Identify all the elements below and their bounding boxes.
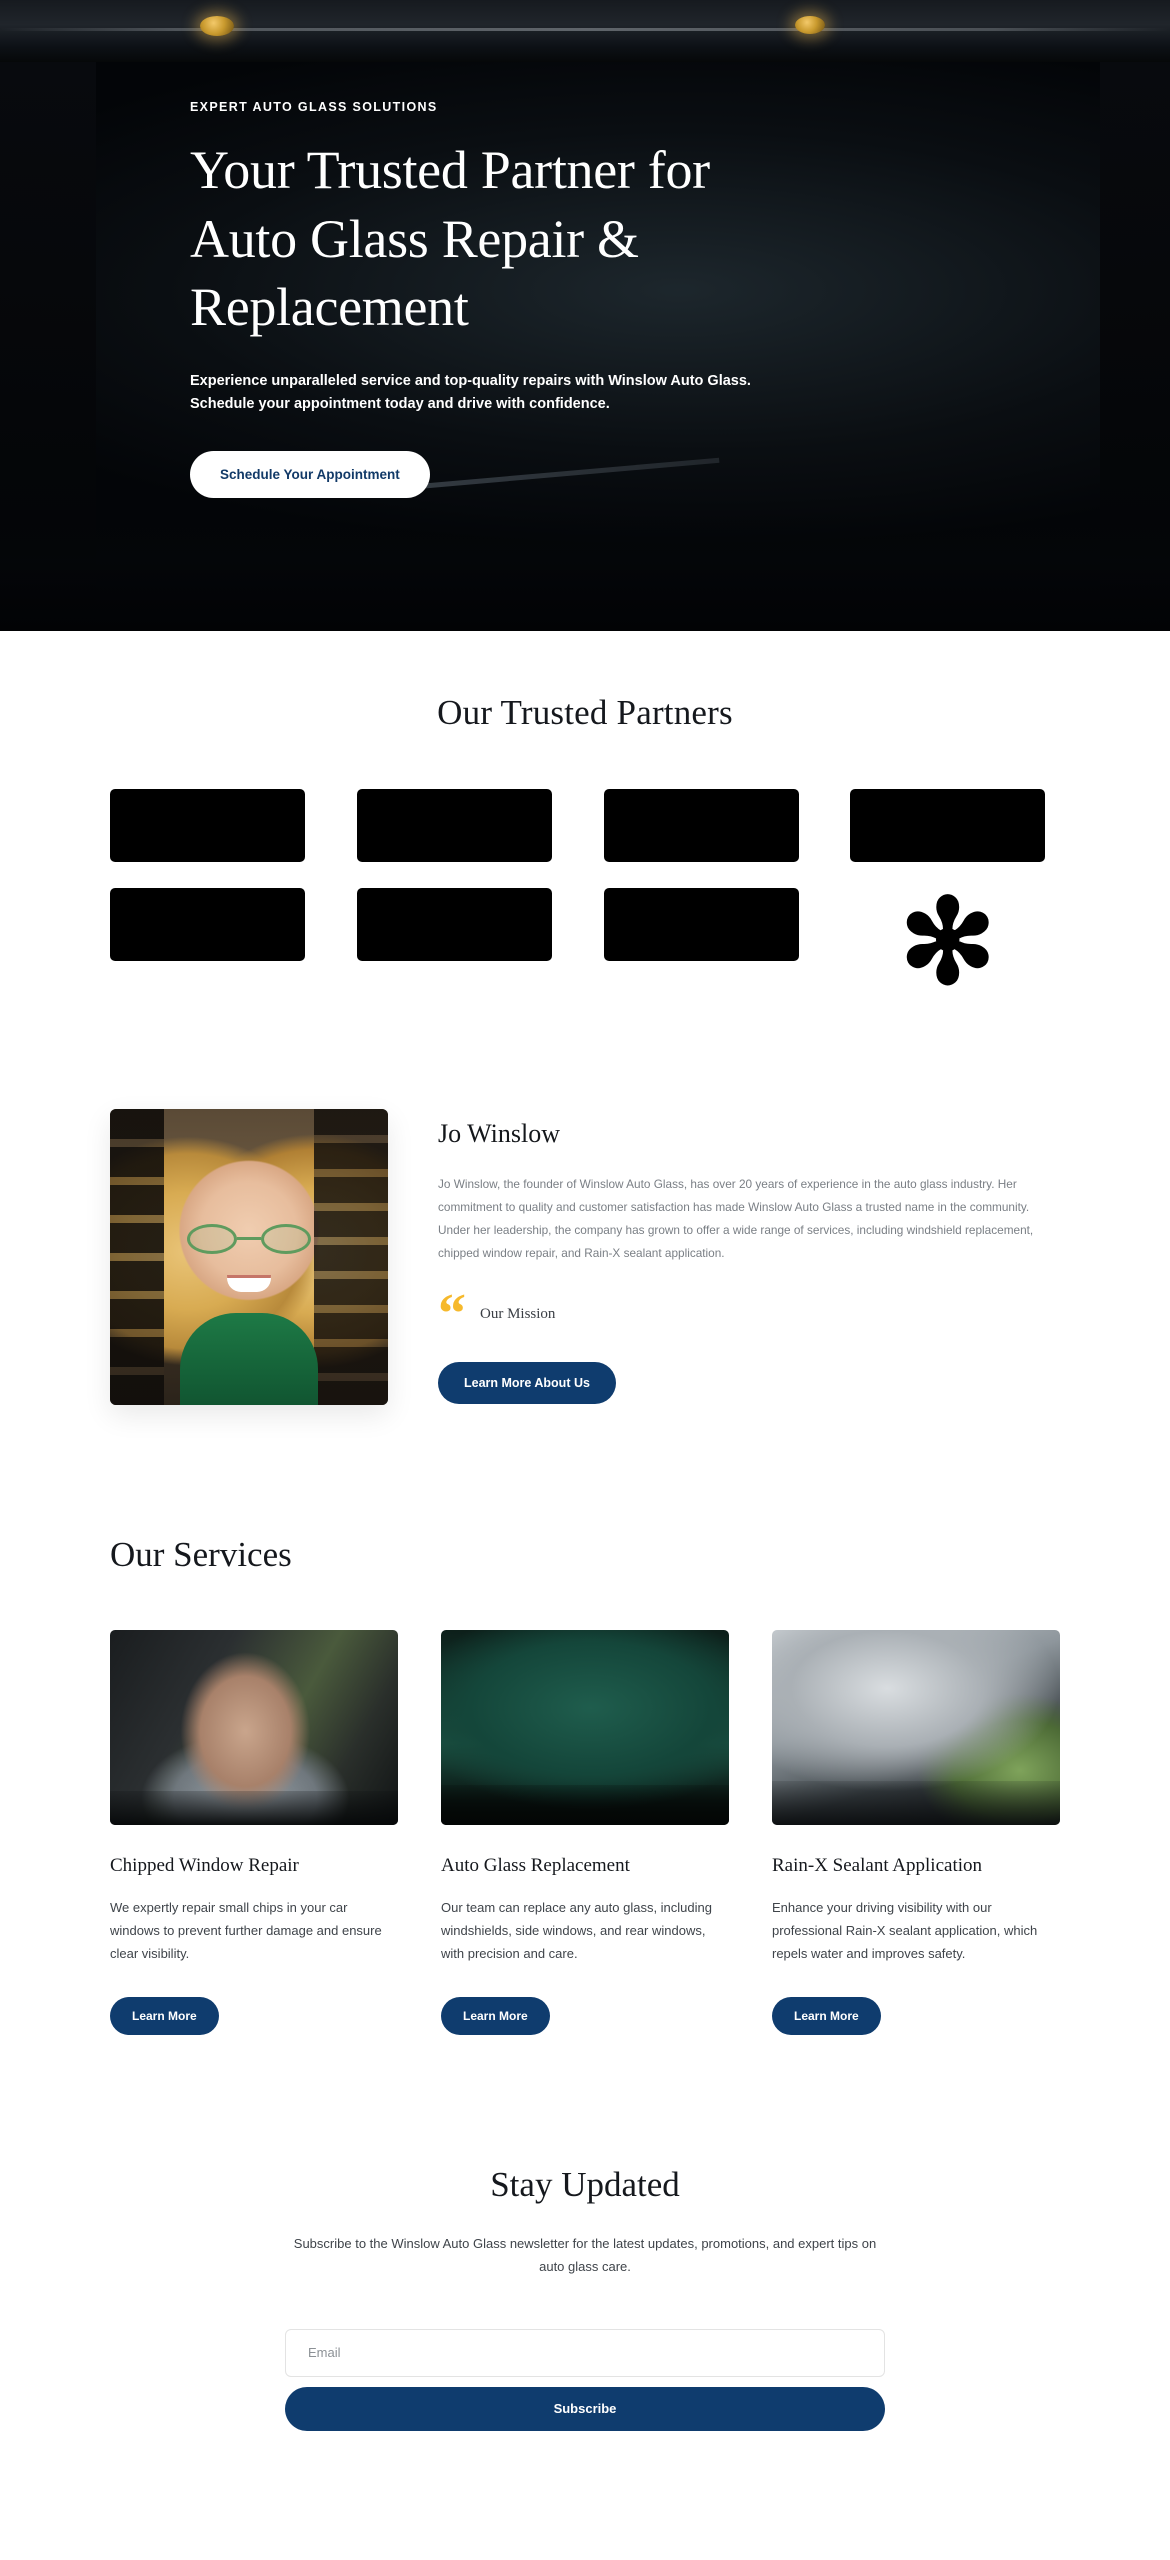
- quote-icon: “: [438, 1283, 466, 1345]
- vehicle-roof-decoration: [0, 0, 1170, 62]
- background-shelf-decoration: [110, 1109, 164, 1405]
- partner-logo-placeholder: [356, 888, 552, 961]
- roof-lamp-icon: [795, 16, 825, 34]
- partner-logo-6[interactable]: [356, 888, 567, 961]
- service-title: Auto Glass Replacement: [441, 1855, 630, 1876]
- background-shelf-decoration: [314, 1109, 388, 1405]
- partner-logo-4[interactable]: [850, 789, 1060, 862]
- partner-logo-8[interactable]: ✻: [850, 876, 1060, 1007]
- partner-logo-placeholder: [850, 789, 1046, 862]
- hero-subtitle: Experience unparalleled service and top-…: [190, 372, 751, 413]
- newsletter-title: Stay Updated: [490, 2165, 680, 2205]
- learn-more-button-rain-x-sealant-application[interactable]: Learn More: [772, 1997, 881, 2036]
- partner-logo-2[interactable]: [356, 789, 567, 862]
- founder-portrait-image: [110, 1109, 388, 1405]
- services-grid: Chipped Window Repair We expertly repair…: [110, 1630, 1060, 2036]
- hero-section: EXPERT AUTO GLASS SOLUTIONS Your Trusted…: [0, 0, 1170, 631]
- page-title: Your Trusted Partner for Auto Glass Repa…: [190, 140, 710, 338]
- partner-logo-placeholder: [603, 888, 799, 961]
- newsletter-section: Stay Updated Subscribe to the Winslow Au…: [285, 2165, 885, 2431]
- service-image-auto-glass-replacement: [441, 1630, 729, 1825]
- mission-label: Our Mission: [480, 1305, 556, 1322]
- hero-eyebrow: EXPERT AUTO GLASS SOLUTIONS: [190, 100, 438, 114]
- founder-section: Jo Winslow Jo Winslow, the founder of Wi…: [110, 1109, 1060, 1405]
- partners-section: Our Trusted Partners ✻: [0, 631, 1170, 1007]
- service-image-chipped-window-repair: [110, 1630, 398, 1825]
- service-card: Auto Glass Replacement Our team can repl…: [441, 1630, 729, 2036]
- email-input[interactable]: [285, 2328, 885, 2377]
- schedule-appointment-button[interactable]: Schedule Your Appointment: [190, 450, 430, 498]
- dashboard-shadow-decoration: [0, 513, 1170, 631]
- landing-page: EXPERT AUTO GLASS SOLUTIONS Your Trusted…: [0, 0, 1170, 2560]
- founder-content: Jo Winslow Jo Winslow, the founder of Wi…: [438, 1109, 1060, 1404]
- partner-logo-3[interactable]: [603, 789, 814, 862]
- green-top-decoration: [180, 1313, 318, 1405]
- learn-more-about-us-button[interactable]: Learn More About Us: [438, 1361, 616, 1404]
- service-description: Our team can replace any auto glass, inc…: [441, 1900, 712, 1961]
- service-card: Chipped Window Repair We expertly repair…: [110, 1630, 398, 2036]
- partner-logo-7[interactable]: [603, 888, 814, 961]
- partner-logo-placeholder: [110, 789, 305, 862]
- eyeglasses-decoration: [187, 1224, 311, 1255]
- partner-logo-grid: ✻: [110, 789, 1060, 1007]
- asterisk-icon: ✻: [899, 876, 997, 1007]
- subscribe-button[interactable]: Subscribe: [285, 2386, 885, 2431]
- roof-lamp-icon: [200, 16, 234, 36]
- learn-more-button-auto-glass-replacement[interactable]: Learn More: [441, 1997, 550, 2036]
- learn-more-button-chipped-window-repair[interactable]: Learn More: [110, 1997, 219, 2036]
- partner-logo-placeholder: [603, 789, 799, 862]
- mission-row: “ Our Mission: [438, 1283, 1060, 1345]
- service-title: Chipped Window Repair: [110, 1855, 299, 1876]
- founder-photo: [110, 1109, 388, 1405]
- partner-logo-placeholder: [110, 888, 305, 961]
- partner-logo-5[interactable]: [110, 888, 320, 961]
- service-description: We expertly repair small chips in your c…: [110, 1900, 382, 1961]
- service-description: Enhance your driving visibility with our…: [772, 1900, 1038, 1961]
- newsletter-subtitle: Subscribe to the Winslow Auto Glass news…: [293, 2236, 877, 2274]
- newsletter-form: Subscribe: [285, 2328, 885, 2431]
- services-section: Our Services Chipped Window Repair We ex…: [110, 1535, 1060, 2036]
- service-title: Rain-X Sealant Application: [772, 1855, 983, 1876]
- partner-logo-placeholder: [356, 789, 552, 862]
- partner-logo-1[interactable]: [110, 789, 320, 862]
- founder-name: Jo Winslow: [438, 1119, 560, 1148]
- hero-content: EXPERT AUTO GLASS SOLUTIONS Your Trusted…: [190, 100, 830, 498]
- service-image-rain-x-sealant-application: [772, 1630, 1060, 1825]
- founder-bio: Jo Winslow, the founder of Winslow Auto …: [438, 1177, 1034, 1260]
- services-title: Our Services: [110, 1535, 292, 1574]
- partners-title: Our Trusted Partners: [437, 693, 733, 732]
- smile-decoration: [227, 1277, 271, 1292]
- service-card: Rain-X Sealant Application Enhance your …: [772, 1630, 1060, 2036]
